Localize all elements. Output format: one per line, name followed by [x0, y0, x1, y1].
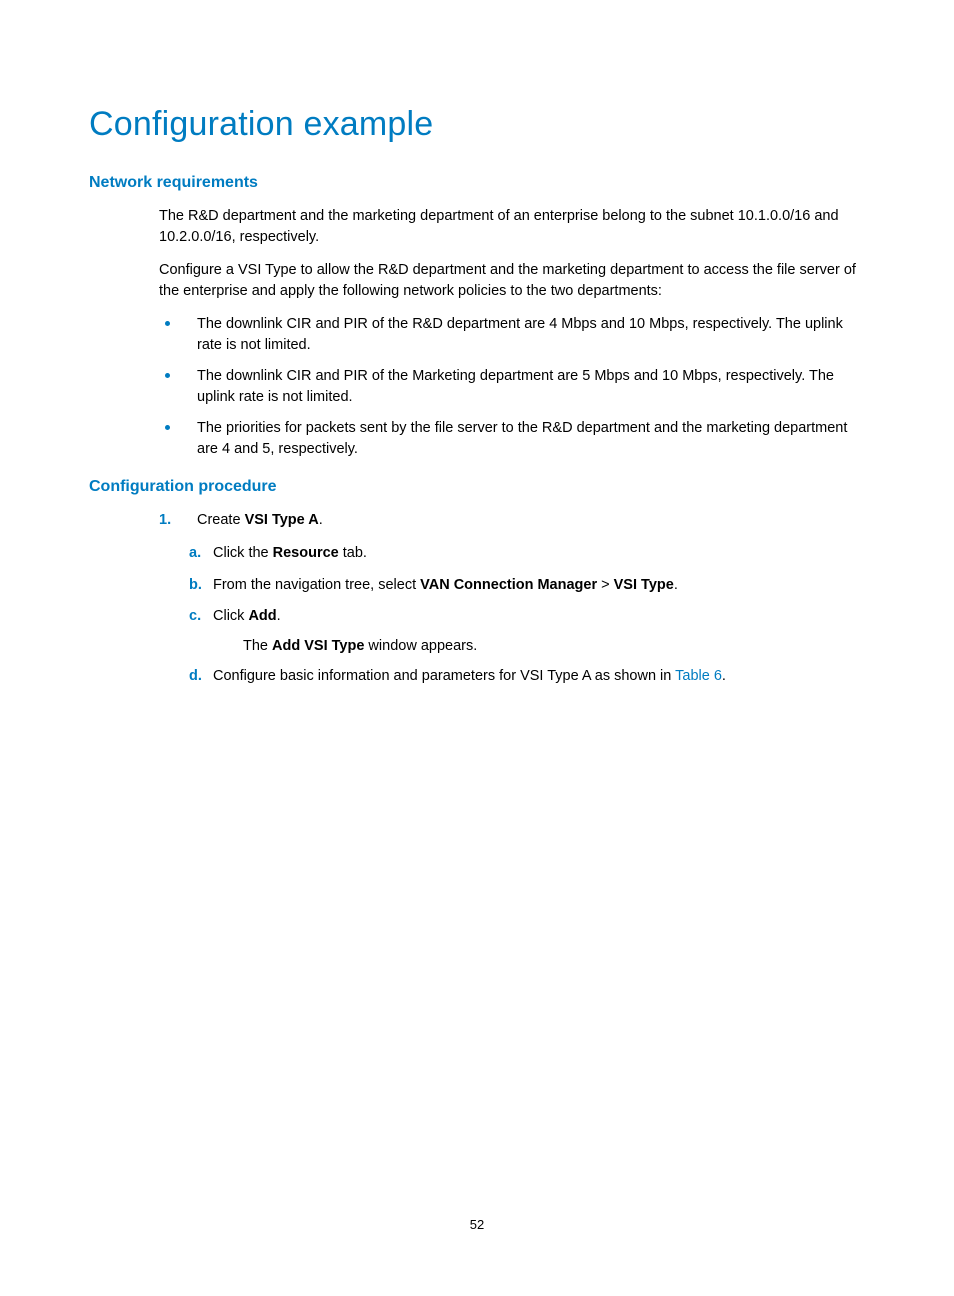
step-text: Create VSI Type A.	[197, 510, 323, 531]
substep-label: d.	[189, 664, 213, 689]
text: tab.	[339, 545, 367, 561]
section-body: The R&D department and the marketing dep…	[159, 206, 868, 460]
substep-b: b. From the navigation tree, select VAN …	[189, 573, 868, 598]
paragraph: The R&D department and the marketing dep…	[159, 206, 868, 248]
step-1: 1. Create VSI Type A.	[159, 510, 868, 531]
substep-a: a. Click the Resource tab.	[189, 541, 868, 566]
substep-text: Click Add.	[213, 604, 868, 629]
substep-text: Click the Resource tab.	[213, 541, 868, 566]
bold-text: Add VSI Type	[272, 638, 364, 654]
procedure: 1. Create VSI Type A. a. Click the Resou…	[159, 510, 868, 690]
text: Click the	[213, 545, 273, 561]
text: Create	[197, 512, 245, 528]
substep-note: The Add VSI Type window appears.	[243, 635, 868, 658]
bold-text: Resource	[273, 545, 339, 561]
substep-label: b.	[189, 573, 213, 598]
text: .	[722, 668, 726, 684]
substep-d: d. Configure basic information and param…	[189, 664, 868, 689]
text: >	[597, 577, 614, 593]
substep-label: a.	[189, 541, 213, 566]
substeps: a. Click the Resource tab. b. From the n…	[189, 541, 868, 690]
link-text[interactable]: Table 6	[675, 668, 722, 684]
paragraph: Configure a VSI Type to allow the R&D de…	[159, 260, 868, 302]
text: window appears.	[364, 638, 477, 654]
text: Configure basic information and paramete…	[213, 668, 675, 684]
document-page: Configuration example Network requiremen…	[0, 0, 954, 690]
section-heading-network-requirements: Network requirements	[89, 174, 868, 192]
bullet-list: The downlink CIR and PIR of the R&D depa…	[159, 314, 868, 460]
text: .	[319, 512, 323, 528]
bold-text: VSI Type A	[245, 512, 319, 528]
section-heading-configuration-procedure: Configuration procedure	[89, 478, 868, 496]
substep-c: c. Click Add.	[189, 604, 868, 629]
bullet-item: The downlink CIR and PIR of the Marketin…	[159, 366, 868, 408]
page-title: Configuration example	[89, 105, 868, 144]
text: From the navigation tree, select	[213, 577, 420, 593]
text: The	[243, 638, 272, 654]
substep-text: From the navigation tree, select VAN Con…	[213, 573, 868, 598]
text: .	[277, 608, 281, 624]
text: .	[674, 577, 678, 593]
bold-text: VAN Connection Manager	[420, 577, 597, 593]
substep-text: Configure basic information and paramete…	[213, 664, 868, 689]
bullet-item: The priorities for packets sent by the f…	[159, 418, 868, 460]
step-number: 1.	[159, 510, 197, 531]
bold-text: VSI Type	[614, 577, 674, 593]
substep-label: c.	[189, 604, 213, 629]
bold-text: Add	[248, 608, 276, 624]
bullet-item: The downlink CIR and PIR of the R&D depa…	[159, 314, 868, 356]
text: Click	[213, 608, 248, 624]
page-number: 52	[0, 1217, 954, 1232]
